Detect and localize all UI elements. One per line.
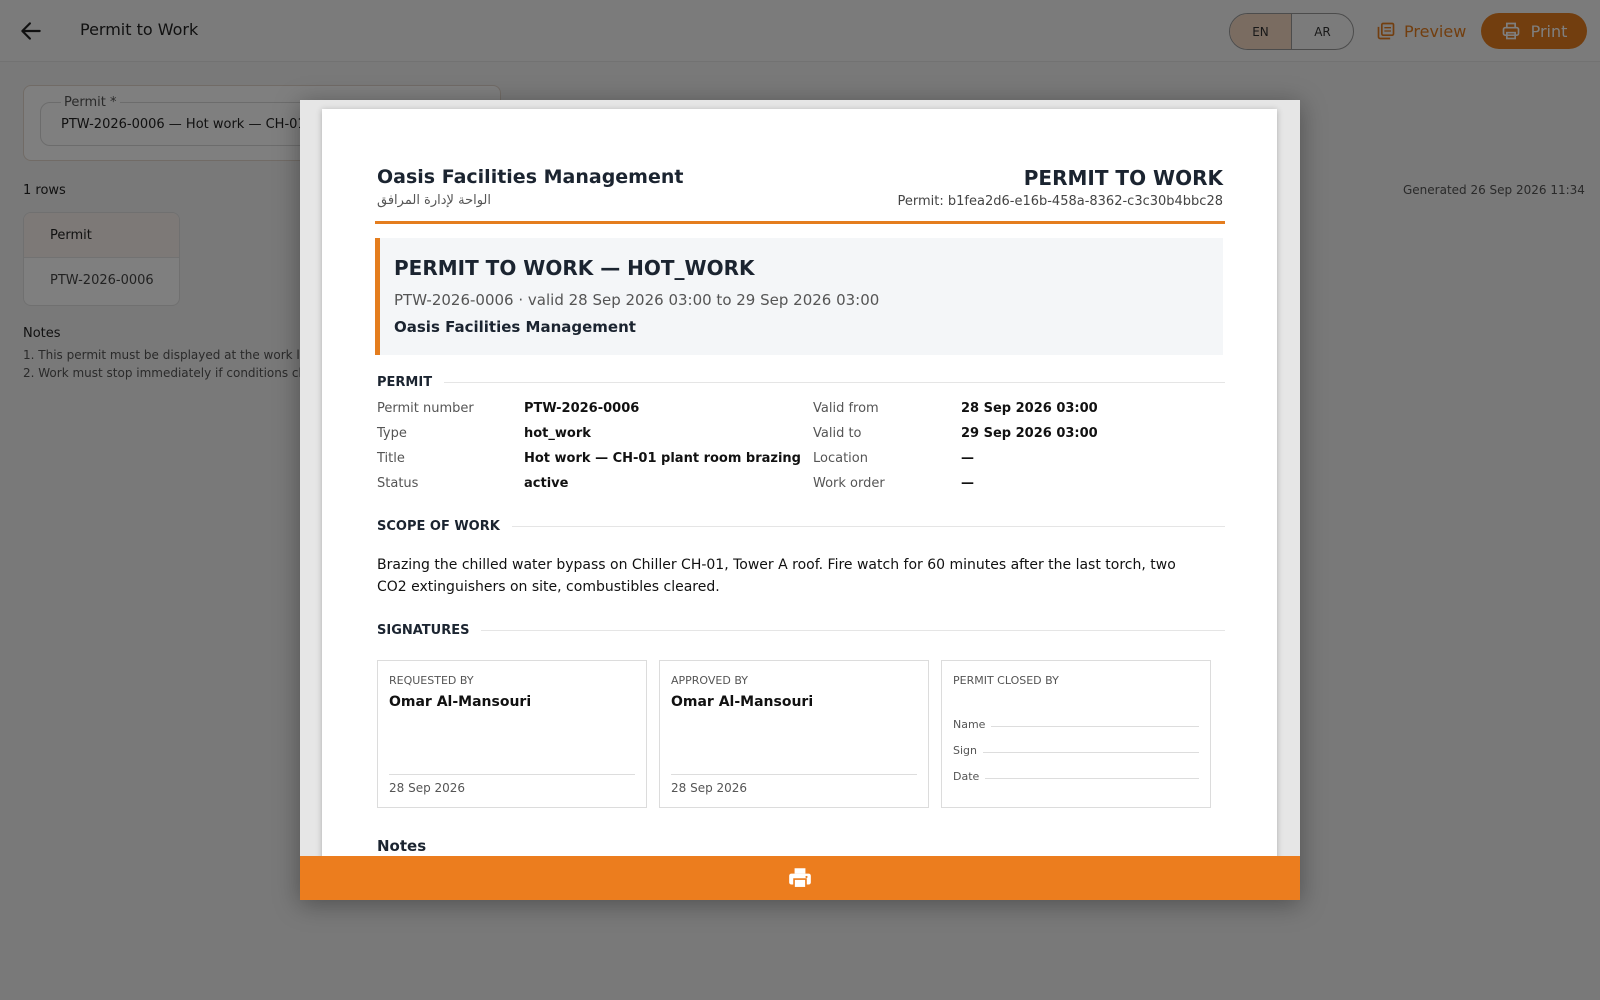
document-page: Oasis Facilities Management الواحة لإدار… <box>322 109 1277 869</box>
signature-date: 28 Sep 2026 <box>389 781 466 795</box>
document-notes-heading: Notes <box>377 837 427 855</box>
signature-name: Omar Al-Mansouri <box>671 694 814 710</box>
field-value: — <box>961 476 974 491</box>
signature-role: APPROVED BY <box>671 674 749 687</box>
document-title: PERMIT TO WORK <box>1023 166 1223 190</box>
closed-sign-label: Sign <box>953 744 977 757</box>
field-label: Permit number <box>377 401 474 416</box>
print-preview-dialog: Oasis Facilities Management الواحة لإدار… <box>300 100 1300 900</box>
field-value: Hot work — CH-01 plant room brazing <box>524 451 801 466</box>
closed-date-row: Date <box>953 770 1199 783</box>
closed-sign-row: Sign <box>953 744 1199 757</box>
signature-date: 28 Sep 2026 <box>671 781 748 795</box>
signature-role: REQUESTED BY <box>389 674 474 687</box>
signature-box-requested: REQUESTED BY Omar Al-Mansouri 28 Sep 202… <box>377 660 647 808</box>
section-heading-scope: SCOPE OF WORK <box>377 519 1225 534</box>
field-label: Location <box>813 451 868 466</box>
printer-icon <box>789 868 811 889</box>
field-value: — <box>961 451 974 466</box>
field-label: Title <box>377 451 405 466</box>
section-title: PERMIT <box>377 375 433 390</box>
closed-date-label: Date <box>953 770 980 783</box>
banner-subtitle: PTW-2026-0006 · valid 28 Sep 2026 03:00 … <box>394 291 880 309</box>
field-label: Valid to <box>813 426 862 441</box>
field-value: hot_work <box>524 426 591 441</box>
dialog-print-button[interactable] <box>300 856 1300 900</box>
section-heading-signatures: SIGNATURES <box>377 623 1225 638</box>
field-value: 28 Sep 2026 03:00 <box>961 401 1098 416</box>
signature-box-approved: APPROVED BY Omar Al-Mansouri 28 Sep 2026 <box>659 660 929 808</box>
section-title: SCOPE OF WORK <box>377 519 500 534</box>
field-label: Valid from <box>813 401 879 416</box>
scope-of-work-text: Brazing the chilled water bypass on Chil… <box>377 557 1176 595</box>
section-heading-permit: PERMIT <box>377 375 1225 390</box>
field-label: Work order <box>813 476 885 491</box>
permit-banner: PERMIT TO WORK — HOT_WORK PTW-2026-0006 … <box>375 238 1223 355</box>
field-value: 29 Sep 2026 03:00 <box>961 426 1098 441</box>
signature-name: Omar Al-Mansouri <box>389 694 532 710</box>
signature-line <box>389 774 635 775</box>
signature-box-closed: PERMIT CLOSED BY Name Sign Date <box>941 660 1211 808</box>
field-value: active <box>524 476 569 491</box>
org-name-arabic: الواحة لإدارة المرافق <box>377 193 492 208</box>
banner-org: Oasis Facilities Management <box>394 318 636 336</box>
field-value: PTW-2026-0006 <box>524 401 640 416</box>
signature-line <box>671 774 917 775</box>
header-divider <box>375 221 1225 224</box>
org-name: Oasis Facilities Management <box>377 166 684 188</box>
signature-role: PERMIT CLOSED BY <box>953 674 1059 687</box>
closed-name-label: Name <box>953 718 986 731</box>
banner-title: PERMIT TO WORK — HOT_WORK <box>394 256 755 280</box>
field-label: Status <box>377 476 419 491</box>
field-label: Type <box>377 426 407 441</box>
section-title: SIGNATURES <box>377 623 470 638</box>
permit-id: Permit: b1fea2d6-e16b-458a-8362-c3c30b4b… <box>897 194 1223 209</box>
closed-name-row: Name <box>953 718 1199 731</box>
